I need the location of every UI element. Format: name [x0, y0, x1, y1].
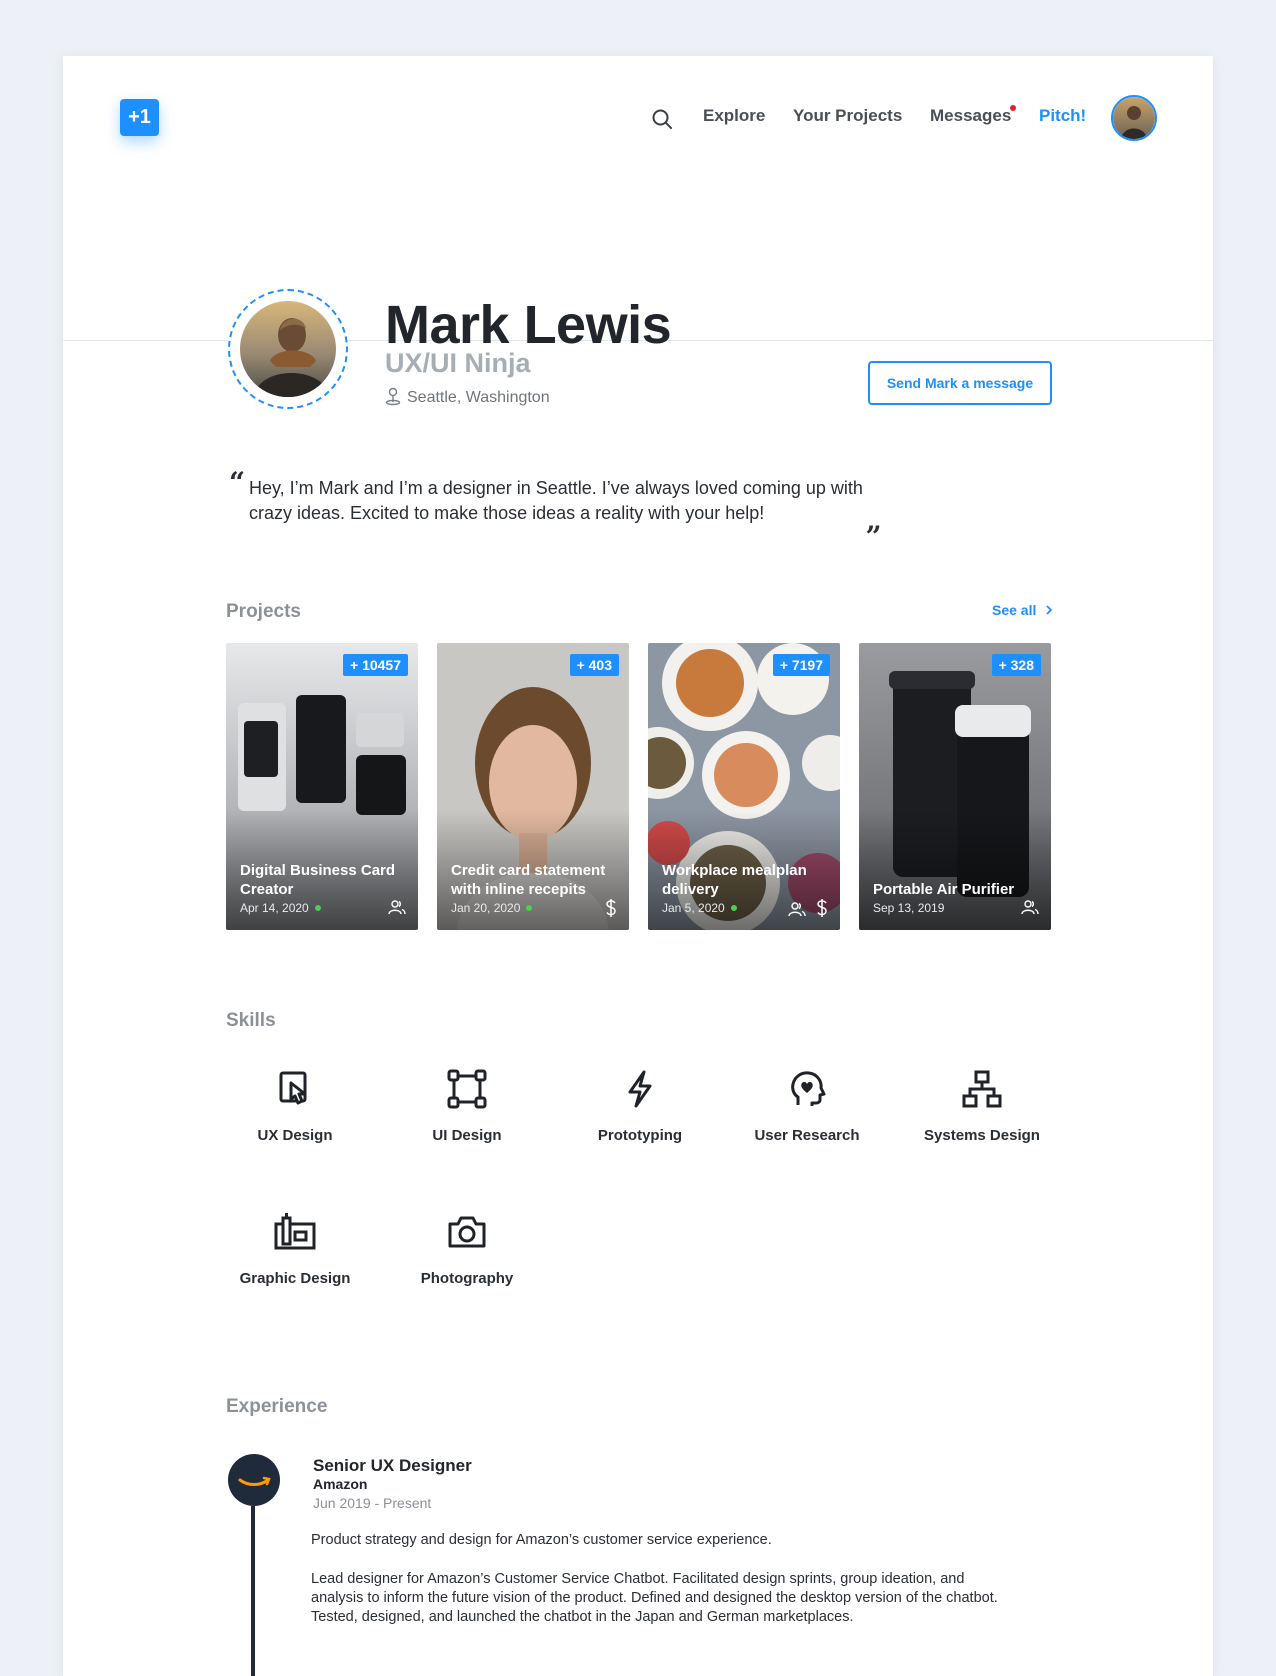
project-card[interactable]: + 403 Credit card statement with inline …	[437, 643, 629, 930]
card-date: Apr 14, 2020	[240, 901, 321, 915]
skill-label: UX Design	[257, 1127, 333, 1144]
head-heart-icon	[791, 1071, 826, 1106]
card-date-text: Jan 20, 2020	[451, 901, 521, 915]
card-badge: + 403	[569, 654, 619, 676]
amazon-logo-icon	[228, 1454, 280, 1506]
skill-graphic-design: Graphic Design	[225, 1212, 365, 1287]
card-badge: + 328	[991, 654, 1041, 676]
quote-close-mark: „	[866, 504, 883, 537]
skill-photography: Photography	[397, 1212, 537, 1287]
card-title: Credit card statement with inline recepi…	[451, 862, 606, 898]
skill-systems-design: Systems Design	[912, 1069, 1052, 1144]
lightning-icon	[628, 1070, 652, 1108]
card-date-text: Apr 14, 2020	[240, 901, 309, 915]
user-avatar[interactable]	[1111, 95, 1157, 141]
nav-your-projects[interactable]: Your Projects	[793, 106, 902, 126]
online-dot	[526, 905, 533, 911]
hierarchy-icon	[962, 1070, 1002, 1108]
notification-dot	[1010, 105, 1016, 111]
dollar-icon	[606, 899, 616, 917]
chevron-right-icon	[1046, 605, 1053, 615]
card-icons	[1015, 899, 1039, 917]
see-all-link[interactable]: See all	[992, 602, 1054, 618]
online-dot	[730, 905, 737, 911]
see-all-label: See all	[992, 602, 1037, 618]
card-title: Workplace mealplan delivery	[662, 862, 807, 898]
quote-open-mark: “	[229, 466, 246, 499]
card-date: Jan 5, 2020	[662, 901, 737, 915]
project-card[interactable]: + 10457 Digital Business Card Creator Ap…	[226, 643, 418, 930]
experience-summary: Product strategy and design for Amazon’s…	[311, 1532, 772, 1548]
profile-location: Seattle, Washington	[385, 386, 550, 407]
profile-role: UX/UI Ninja	[385, 348, 531, 378]
skill-ux-design: UX Design	[225, 1069, 365, 1144]
camera-icon	[448, 1216, 486, 1248]
skills-title: Skills	[226, 1010, 276, 1031]
search-icon[interactable]	[651, 108, 673, 130]
people-icon	[787, 902, 806, 917]
location-pin-icon	[385, 387, 401, 406]
profile-quote: Hey, I’m Mark and I’m a designer in Seat…	[249, 478, 863, 523]
project-card[interactable]: + 328 Portable Air Purifier Sep 13, 2019	[859, 643, 1051, 930]
people-icon	[388, 900, 406, 915]
card-date: Sep 13, 2019	[873, 901, 944, 915]
card-date: Jan 20, 2020	[451, 901, 533, 915]
people-icon	[1021, 900, 1039, 915]
logo[interactable]: +1	[120, 99, 159, 136]
projects-title: Projects	[226, 601, 301, 622]
send-message-button[interactable]: Send Mark a message	[868, 361, 1052, 405]
profile-page: +1 Explore Your Projects Messages Pitch!	[63, 56, 1213, 1676]
card-icons	[782, 899, 828, 919]
skill-ui-design: UI Design	[397, 1069, 537, 1144]
profile-avatar	[240, 301, 336, 397]
card-icons	[599, 899, 617, 919]
card-date-text: Sep 13, 2019	[873, 901, 945, 915]
experience-position: Senior UX Designer	[313, 1456, 472, 1475]
card-badge: + 10457	[343, 654, 408, 676]
nav-messages[interactable]: Messages	[930, 106, 1011, 126]
card-date-text: Jan 5, 2020	[662, 901, 725, 915]
location-text: Seattle, Washington	[407, 389, 550, 406]
skill-user-research: User Research	[737, 1069, 877, 1144]
pencil-ruler-icon	[274, 1213, 316, 1250]
dollar-icon	[817, 899, 827, 917]
skill-label: User Research	[754, 1127, 860, 1144]
card-icons	[382, 899, 406, 917]
experience-company: Amazon	[313, 1476, 368, 1492]
card-title: Digital Business Card Creator	[240, 862, 396, 898]
nav-explore[interactable]: Explore	[703, 106, 765, 126]
skill-label: UI Design	[432, 1127, 502, 1144]
skill-label: Systems Design	[924, 1127, 1040, 1144]
nav-pitch[interactable]: Pitch!	[1039, 106, 1086, 126]
profile-avatar-ring	[228, 289, 348, 409]
skill-label: Photography	[420, 1270, 514, 1287]
profile-name: Mark Lewis	[385, 295, 672, 355]
skill-label: Prototyping	[597, 1127, 683, 1144]
card-title: Portable Air Purifier	[873, 881, 1015, 898]
touch-screen-icon	[279, 1071, 307, 1105]
experience-title: Experience	[226, 1396, 328, 1417]
experience-details: Lead designer for Amazon’s Customer Serv…	[311, 1571, 998, 1625]
skill-prototyping: Prototyping	[570, 1069, 710, 1144]
experience-dates: Jun 2019 - Present	[313, 1495, 432, 1511]
skill-label: Graphic Design	[239, 1270, 351, 1287]
project-card[interactable]: + 7197 Workplace mealplan delivery Jan 5…	[648, 643, 840, 930]
online-dot	[314, 905, 321, 911]
vector-frame-icon	[447, 1069, 487, 1109]
card-badge: + 7197	[772, 654, 830, 676]
